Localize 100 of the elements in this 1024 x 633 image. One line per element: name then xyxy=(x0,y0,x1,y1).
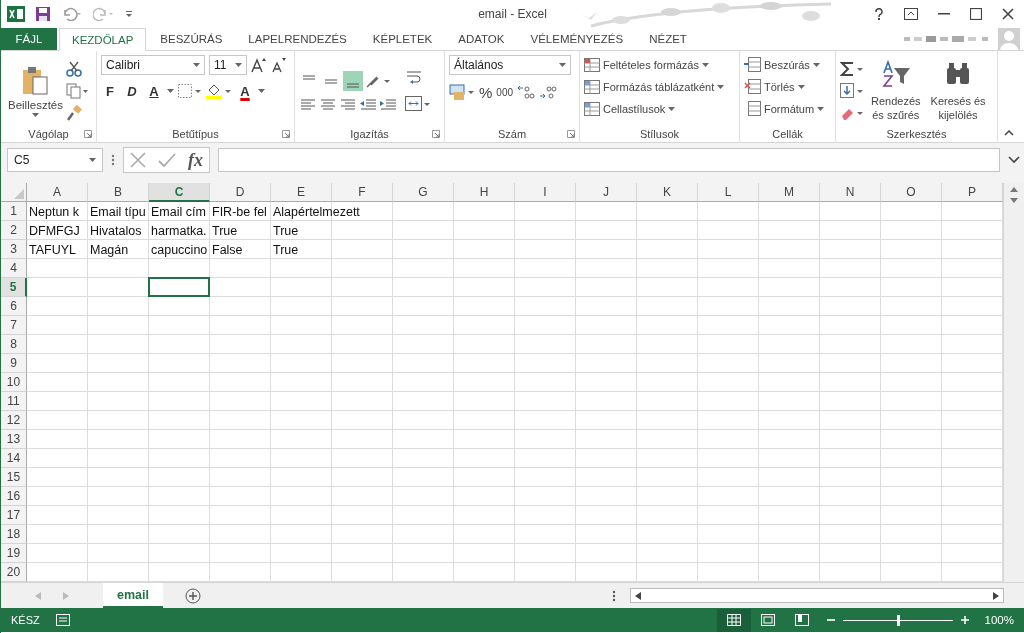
wrap-text-icon[interactable] xyxy=(405,68,423,87)
column-header[interactable]: B xyxy=(88,183,149,202)
horizontal-scrollbar[interactable] xyxy=(630,588,1004,603)
name-box[interactable]: C5 xyxy=(7,148,103,172)
collapse-ribbon-icon[interactable] xyxy=(1004,130,1014,136)
zoom-in-icon[interactable] xyxy=(960,616,969,624)
ribbon-tab[interactable]: ADATOK xyxy=(446,28,517,50)
row-header[interactable]: 7 xyxy=(1,316,27,335)
column-header[interactable]: J xyxy=(576,183,637,202)
row-header[interactable]: 9 xyxy=(1,354,27,373)
more-options-icon[interactable] xyxy=(111,154,115,166)
row-header[interactable]: 11 xyxy=(1,392,27,411)
column-header[interactable]: O xyxy=(881,183,942,202)
sort-filter-button[interactable]: Rendezés és szűrés xyxy=(868,59,924,122)
thousands-separator-button[interactable]: 000 xyxy=(496,86,514,98)
row-header[interactable]: 20 xyxy=(1,563,27,582)
fill-color-icon[interactable] xyxy=(206,83,232,99)
row-header[interactable]: 10 xyxy=(1,373,27,392)
column-header[interactable]: H xyxy=(454,183,515,202)
column-header[interactable]: N xyxy=(820,183,881,202)
scroll-up-icon[interactable] xyxy=(1010,187,1018,192)
maximize-icon[interactable] xyxy=(970,8,982,20)
styles-menu-button[interactable]: Cellastílusok xyxy=(584,99,735,118)
scroll-down-icon[interactable] xyxy=(1010,198,1018,203)
column-header[interactable]: D xyxy=(210,183,271,202)
vertical-align-icon[interactable] xyxy=(343,70,363,91)
ribbon-tab[interactable]: KÉPLETEK xyxy=(360,28,445,50)
row-header[interactable]: 5 xyxy=(1,278,27,297)
dialog-launcher-icon[interactable] xyxy=(84,130,92,138)
selected-cell[interactable] xyxy=(148,277,210,297)
percent-button[interactable]: % xyxy=(479,83,493,101)
row-header[interactable]: 1 xyxy=(1,202,27,221)
dialog-launcher-icon[interactable] xyxy=(282,130,290,138)
file-tab[interactable]: FÁJL xyxy=(1,28,57,50)
cells-menu-button[interactable]: Beszúrás xyxy=(744,55,831,74)
column-header[interactable]: A xyxy=(27,183,88,202)
cut-icon[interactable] xyxy=(65,60,82,77)
row-header[interactable]: 16 xyxy=(1,487,27,506)
insert-function-button[interactable]: fx xyxy=(188,149,203,171)
row-header[interactable]: 13 xyxy=(1,430,27,449)
column-header[interactable]: P xyxy=(942,183,1003,202)
column-header[interactable]: M xyxy=(759,183,820,202)
caret-icon[interactable] xyxy=(167,89,174,93)
styles-menu-button[interactable]: Feltételes formázás xyxy=(584,55,735,74)
decrease-decimal-icon[interactable] xyxy=(539,84,558,100)
more-options-icon[interactable] xyxy=(612,589,616,602)
horizontal-align-icon[interactable] xyxy=(319,98,337,111)
ribbon-tab[interactable]: VÉLEMÉNYEZÉS xyxy=(518,28,636,50)
row-header[interactable]: 6 xyxy=(1,297,27,316)
ribbon-tab[interactable]: BESZÚRÁS xyxy=(148,28,235,50)
row-header[interactable]: 4 xyxy=(1,259,27,278)
row-header[interactable]: 15 xyxy=(1,468,27,487)
font-size-field[interactable]: 11 xyxy=(209,55,247,75)
column-header[interactable]: C xyxy=(149,183,210,202)
styles-menu-button[interactable]: Formázás táblázatként xyxy=(584,77,735,96)
zoom-level[interactable]: 100% xyxy=(984,614,1014,626)
format-painter-icon[interactable] xyxy=(65,104,82,121)
ribbon-display-icon[interactable] xyxy=(904,8,918,20)
row-header[interactable]: 2 xyxy=(1,221,27,240)
macro-record-icon[interactable] xyxy=(55,614,70,626)
customize-menu-icon[interactable] xyxy=(125,9,133,19)
scroll-left-icon[interactable] xyxy=(635,591,641,600)
column-header[interactable]: K xyxy=(637,183,698,202)
row-header[interactable]: 19 xyxy=(1,544,27,563)
row-header[interactable]: 8 xyxy=(1,335,27,354)
dialog-launcher-icon[interactable] xyxy=(432,130,440,138)
underline-button[interactable]: A xyxy=(145,83,163,99)
increase-decimal-icon[interactable] xyxy=(517,84,536,100)
sheet-tab[interactable]: email xyxy=(103,583,163,608)
page-break-view-icon[interactable] xyxy=(794,614,809,626)
autosum-icon[interactable] xyxy=(840,60,864,77)
bold-button[interactable]: F xyxy=(101,83,119,99)
column-header[interactable]: E xyxy=(271,183,332,202)
ribbon-tab[interactable]: LAPELRENDEZÉS xyxy=(236,28,359,50)
currency-format-icon[interactable] xyxy=(449,83,475,101)
increase-indent-icon[interactable] xyxy=(379,98,397,111)
find-select-button[interactable]: Keresés és kijelölés xyxy=(927,59,989,122)
minimize-icon[interactable] xyxy=(938,13,950,15)
decrease-font-icon[interactable] xyxy=(271,57,287,73)
increase-font-icon[interactable] xyxy=(251,57,267,73)
column-header[interactable]: G xyxy=(393,183,454,202)
copy-icon[interactable] xyxy=(65,82,88,99)
scroll-right-icon[interactable] xyxy=(993,591,999,600)
caret-icon[interactable] xyxy=(258,89,265,93)
borders-icon[interactable] xyxy=(178,84,202,98)
fill-down-icon[interactable] xyxy=(840,82,864,99)
dialog-launcher-icon[interactable] xyxy=(567,130,575,138)
close-icon[interactable] xyxy=(1002,8,1014,20)
save-icon[interactable] xyxy=(35,6,51,22)
column-header[interactable]: F xyxy=(332,183,393,202)
merge-cells-icon[interactable] xyxy=(405,94,431,113)
cells-menu-button[interactable]: Törlés xyxy=(744,77,831,96)
help-icon[interactable] xyxy=(874,8,884,20)
ribbon-tab[interactable]: NÉZET xyxy=(637,28,699,50)
column-header[interactable]: L xyxy=(698,183,759,202)
horizontal-align-icon[interactable] xyxy=(299,98,317,111)
horizontal-align-icon[interactable] xyxy=(339,98,357,111)
decrease-indent-icon[interactable] xyxy=(359,98,377,111)
expand-formula-bar-icon[interactable] xyxy=(1008,156,1020,164)
cancel-icon[interactable] xyxy=(130,152,146,168)
